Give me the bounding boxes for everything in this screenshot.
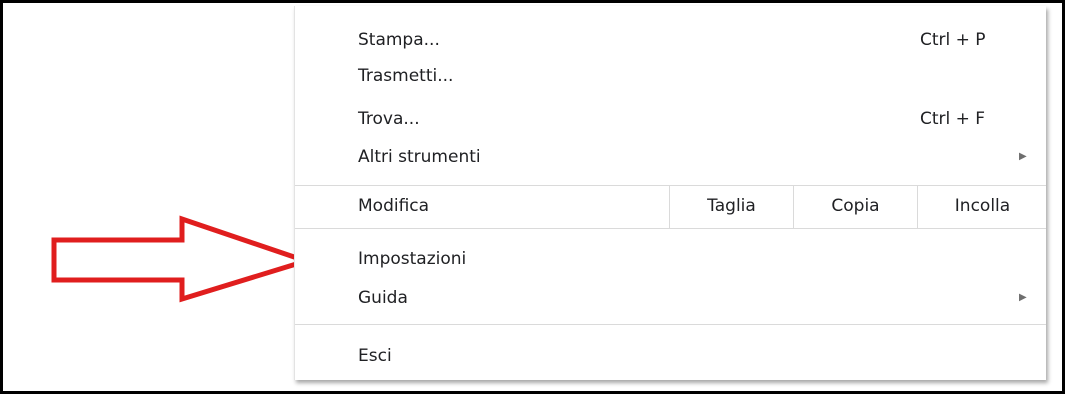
- menu-item-label: Trasmetti...: [358, 66, 454, 86]
- menu-item-label: Guida: [358, 288, 408, 308]
- menu-item-cast[interactable]: Trasmetti...: [295, 59, 1046, 93]
- menu-edit-row: Modifica Taglia Copia Incolla: [295, 185, 1046, 228]
- menu-item-exit[interactable]: Esci: [295, 339, 1046, 373]
- menu-item-label: Trova...: [358, 109, 420, 129]
- context-menu: Stampa... Ctrl + P Trasmetti... Trova...…: [294, 6, 1046, 380]
- menu-item-settings[interactable]: Impostazioni: [295, 242, 1046, 276]
- submenu-arrow-icon: ▶: [1019, 292, 1027, 303]
- menu-item-more-tools[interactable]: Altri strumenti ▶: [295, 140, 1046, 174]
- menu-separator: [295, 324, 1046, 325]
- submenu-arrow-icon: ▶: [1019, 151, 1027, 162]
- copy-button[interactable]: Copia: [793, 185, 917, 228]
- menu-item-label: Esci: [358, 346, 392, 366]
- paste-button[interactable]: Incolla: [917, 185, 1047, 228]
- menu-item-find[interactable]: Trova... Ctrl + F: [295, 102, 1046, 136]
- menu-item-shortcut: Ctrl + P: [920, 30, 986, 50]
- menu-item-label: Stampa...: [358, 30, 440, 50]
- menu-item-help[interactable]: Guida ▶: [295, 281, 1046, 315]
- menu-separator: [295, 228, 1046, 229]
- edit-label: Modifica: [358, 196, 430, 216]
- menu-item-label: Impostazioni: [358, 249, 467, 269]
- red-outline-arrow-icon: [51, 215, 315, 303]
- menu-item-shortcut: Ctrl + F: [920, 109, 986, 129]
- menu-item-print[interactable]: Stampa... Ctrl + P: [295, 23, 1046, 57]
- menu-item-label: Altri strumenti: [358, 147, 481, 167]
- cut-button[interactable]: Taglia: [669, 185, 793, 228]
- screenshot-frame: Stampa... Ctrl + P Trasmetti... Trova...…: [0, 0, 1065, 394]
